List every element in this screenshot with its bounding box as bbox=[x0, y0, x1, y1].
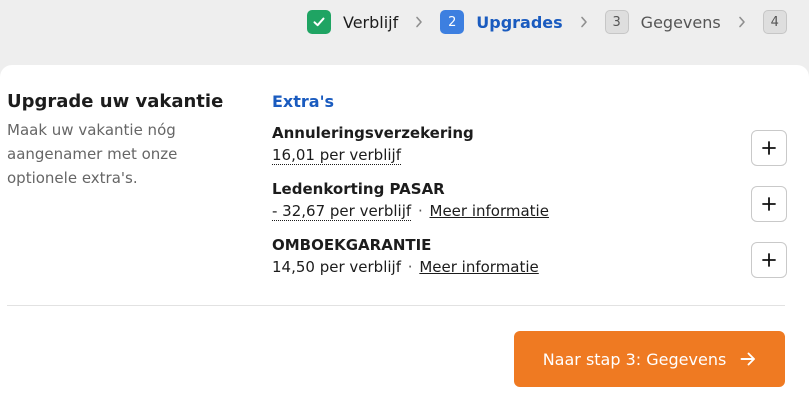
step-verblijf[interactable]: Verblijf bbox=[307, 10, 398, 34]
next-step-button[interactable]: Naar stap 3: Gegevens bbox=[514, 331, 785, 387]
extra-ledenkorting-pasar: Ledenkorting PASAR - 32,67 per verblijf … bbox=[272, 179, 787, 223]
upgrades-card: Upgrade uw vakantie Maak uw vakantie nóg… bbox=[0, 65, 809, 406]
step-4[interactable]: 4 bbox=[762, 10, 787, 34]
step-gegevens[interactable]: 3 Gegevens bbox=[604, 10, 721, 34]
extra-name: Ledenkorting PASAR bbox=[272, 180, 445, 198]
intro-title: Upgrade uw vakantie bbox=[7, 91, 224, 112]
add-extra-button[interactable] bbox=[751, 130, 787, 166]
extra-price[interactable]: - 32,67 per verblijf bbox=[272, 202, 412, 221]
add-extra-button[interactable] bbox=[751, 186, 787, 222]
extra-price: 14,50 per verblijf bbox=[272, 258, 401, 276]
add-extra-button[interactable] bbox=[751, 242, 787, 278]
divider bbox=[7, 305, 785, 306]
extras-heading: Extra's bbox=[272, 92, 335, 111]
extras-section: Extra's Annuleringsverzekering 16,01 per… bbox=[272, 92, 787, 279]
extra-meta: 16,01 per verblijf bbox=[272, 143, 787, 167]
checkout-stepper: Verblijf 2 Upgrades 3 Gegevens 4 bbox=[307, 9, 787, 35]
meta-separator: · bbox=[407, 258, 413, 276]
step-check-icon bbox=[307, 10, 331, 34]
intro: Upgrade uw vakantie Maak uw vakantie nóg… bbox=[7, 91, 242, 190]
chevron-right-icon bbox=[398, 16, 440, 28]
extra-meta: 14,50 per verblijf · Meer informatie bbox=[272, 255, 787, 279]
step-number: 3 bbox=[604, 10, 629, 34]
step-upgrades[interactable]: 2 Upgrades bbox=[440, 10, 563, 34]
intro-text: Maak uw vakantie nóg aangenamer met onze… bbox=[7, 121, 178, 187]
more-info-link[interactable]: Meer informatie bbox=[430, 202, 549, 220]
extras-list: Annuleringsverzekering 16,01 per verblij… bbox=[272, 123, 787, 279]
chevron-right-icon bbox=[563, 16, 605, 28]
step-label: Verblijf bbox=[343, 12, 399, 32]
extra-name: Annuleringsverzekering bbox=[272, 124, 474, 142]
extra-name: OMBOEKGARANTIE bbox=[272, 236, 432, 254]
more-info-link[interactable]: Meer informatie bbox=[419, 258, 538, 276]
step-number: 2 bbox=[440, 10, 465, 34]
plus-icon bbox=[762, 141, 776, 155]
step-label: Gegevens bbox=[640, 12, 721, 32]
step-number: 4 bbox=[762, 10, 787, 34]
chevron-right-icon bbox=[721, 16, 763, 28]
meta-separator: · bbox=[417, 202, 423, 220]
extra-omboekgarantie: OMBOEKGARANTIE 14,50 per verblijf · Meer… bbox=[272, 235, 787, 279]
next-step-label: Naar stap 3: Gegevens bbox=[542, 349, 727, 369]
extra-price[interactable]: 16,01 per verblijf bbox=[272, 146, 401, 165]
plus-icon bbox=[762, 197, 776, 211]
plus-icon bbox=[762, 253, 776, 267]
extra-meta: - 32,67 per verblijf · Meer informatie bbox=[272, 199, 787, 223]
step-label: Upgrades bbox=[476, 12, 563, 32]
extra-annuleringsverzekering: Annuleringsverzekering 16,01 per verblij… bbox=[272, 123, 787, 167]
arrow-right-icon bbox=[740, 352, 756, 366]
